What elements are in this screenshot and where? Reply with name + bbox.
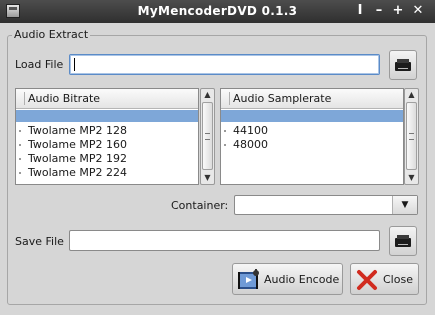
scroll-up-icon[interactable]: ▲ bbox=[405, 89, 418, 101]
title-bar[interactable]: MyMencoderDVD 0.1.3 I – + ✕ bbox=[0, 0, 435, 23]
audio-bitrate-list[interactable]: Audio Bitrate Twolame MP2 128 Twolame MP… bbox=[15, 88, 199, 185]
maximize-button[interactable]: + bbox=[390, 3, 406, 19]
scroll-down-icon[interactable]: ▼ bbox=[405, 172, 418, 184]
drive-icon bbox=[395, 59, 411, 71]
pin-button[interactable]: I bbox=[352, 3, 368, 19]
load-file-input[interactable] bbox=[69, 54, 380, 75]
window-title: MyMencoderDVD 0.1.3 bbox=[137, 4, 298, 18]
save-file-label: Save File bbox=[15, 235, 64, 248]
list-item[interactable]: 44100 bbox=[221, 124, 403, 138]
scroll-thumb[interactable] bbox=[406, 102, 417, 170]
load-file-label: Load File bbox=[15, 58, 64, 71]
chevron-down-icon[interactable]: ▼ bbox=[392, 196, 417, 214]
save-file-browse-button[interactable] bbox=[389, 226, 417, 256]
scroll-up-icon[interactable]: ▲ bbox=[201, 89, 214, 101]
selected-row[interactable] bbox=[221, 110, 403, 122]
audio-encode-button[interactable]: Audio Encode bbox=[232, 263, 343, 295]
selected-row[interactable] bbox=[16, 110, 198, 122]
list-item[interactable]: Twolame MP2 224 bbox=[16, 166, 198, 180]
bitrate-column-header[interactable]: Audio Bitrate bbox=[16, 89, 198, 109]
load-file-browse-button[interactable] bbox=[389, 50, 417, 80]
close-label: Close bbox=[383, 273, 413, 286]
close-window-button[interactable]: ✕ bbox=[410, 3, 426, 19]
scroll-thumb[interactable] bbox=[202, 102, 213, 170]
container-select[interactable]: ▼ bbox=[234, 195, 418, 215]
group-title: Audio Extract bbox=[12, 28, 91, 41]
samplerate-column-header[interactable]: Audio Samplerate bbox=[221, 89, 403, 109]
samplerate-scrollbar[interactable]: ▲ ▼ bbox=[404, 88, 419, 185]
bitrate-scrollbar[interactable]: ▲ ▼ bbox=[200, 88, 215, 185]
drive-icon bbox=[395, 235, 411, 247]
list-item[interactable]: 48000 bbox=[221, 138, 403, 152]
list-item[interactable]: Twolame MP2 128 bbox=[16, 124, 198, 138]
close-button[interactable]: Close bbox=[350, 263, 419, 295]
close-icon bbox=[357, 270, 377, 290]
minimize-button[interactable]: – bbox=[371, 3, 387, 19]
encode-label: Audio Encode bbox=[264, 273, 340, 286]
film-audio-icon bbox=[238, 269, 259, 289]
audio-samplerate-list[interactable]: Audio Samplerate 44100 48000 bbox=[220, 88, 404, 185]
container-label: Container: bbox=[171, 199, 229, 212]
text-caret bbox=[74, 58, 75, 71]
scroll-down-icon[interactable]: ▼ bbox=[201, 172, 214, 184]
list-item[interactable]: Twolame MP2 192 bbox=[16, 152, 198, 166]
main-window: MyMencoderDVD 0.1.3 I – + ✕ Audio Extrac… bbox=[0, 0, 435, 315]
save-file-input[interactable] bbox=[69, 230, 380, 251]
list-item[interactable]: Twolame MP2 160 bbox=[16, 138, 198, 152]
